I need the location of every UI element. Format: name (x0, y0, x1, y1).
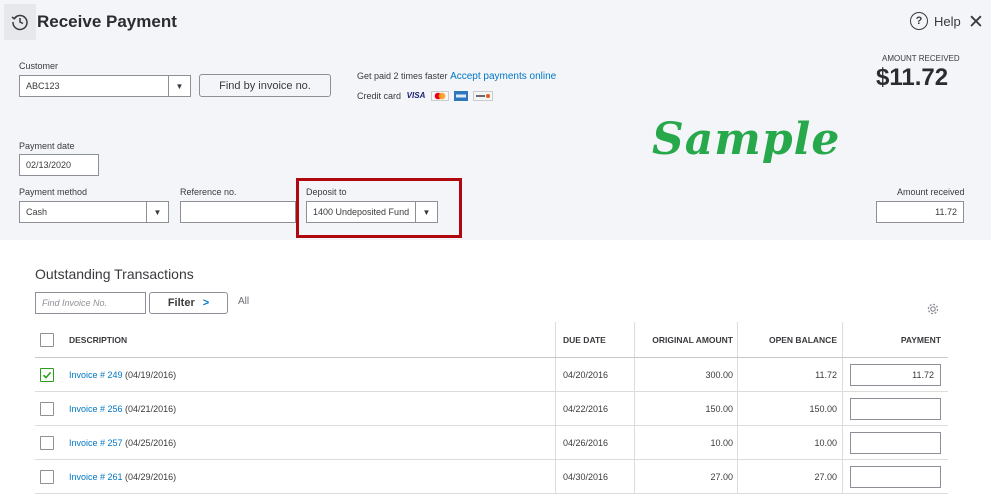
chevron-down-icon[interactable]: ▼ (146, 202, 168, 222)
open-balance-cell: 11.72 (815, 369, 837, 380)
open-balance-cell: 150.00 (809, 403, 837, 414)
discover-icon (473, 91, 494, 101)
table-row: Invoice # 249 (04/19/2016) 04/20/2016 30… (35, 358, 948, 392)
invoice-link[interactable]: Invoice # 256 (69, 404, 123, 414)
payment-method-value: Cash (26, 207, 48, 217)
description-cell: Invoice # 256 (04/21/2016) (69, 392, 176, 425)
payment-method-select[interactable]: Cash ▼ (19, 201, 169, 223)
row-checkbox[interactable] (40, 469, 54, 484)
description-cell: Invoice # 261 (04/29/2016) (69, 460, 176, 493)
help-button[interactable]: ? Help (910, 12, 961, 30)
description-cell: Invoice # 249 (04/19/2016) (69, 358, 176, 391)
payment-input[interactable] (850, 431, 941, 454)
outstanding-transactions-title: Outstanding Transactions (35, 266, 194, 282)
invoice-link[interactable]: Invoice # 257 (69, 438, 123, 448)
payment-method-label: Payment method (19, 187, 88, 197)
due-date-cell: 04/26/2016 (563, 437, 609, 448)
filter-label: Filter (167, 297, 195, 309)
table-row: Invoice # 257 (04/25/2016) 04/26/2016 10… (35, 426, 948, 460)
row-checkbox-cell[interactable] (40, 358, 54, 391)
filter-all-label: All (238, 296, 250, 307)
payment-cell: 11.72 (850, 358, 941, 391)
amount-received-label: AMOUNT RECEIVED (882, 54, 960, 63)
original-amount-cell: 10.00 (710, 437, 733, 448)
close-icon[interactable]: ✕ (968, 11, 984, 34)
payment-cell (850, 460, 941, 493)
payment-input[interactable]: 11.72 (850, 363, 941, 386)
customer-label: Customer (19, 61, 59, 71)
get-paid-promo: Get paid 2 times faster Accept payments … (357, 71, 556, 82)
table-header-row: DESCRIPTION DUE DATE ORIGINAL AMOUNT OPE… (35, 322, 948, 358)
amount-received-field-label: Amount received (897, 187, 965, 197)
column-header-original-amount[interactable]: ORIGINAL AMOUNT (635, 322, 733, 357)
select-all-checkbox[interactable] (40, 332, 54, 347)
select-all-checkbox-cell[interactable] (40, 322, 54, 357)
amount-received-input[interactable]: 11.72 (876, 201, 964, 223)
find-by-invoice-button[interactable]: Find by invoice no. (199, 74, 331, 97)
original-amount-cell: 150.00 (705, 403, 733, 414)
filter-button[interactable]: Filter > (149, 292, 228, 314)
checkmark-icon (42, 371, 52, 379)
row-checkbox-checked[interactable] (40, 367, 54, 382)
amount-received-value: $11.72 (876, 64, 949, 91)
column-header-payment[interactable]: PAYMENT (843, 322, 941, 357)
chevron-right-icon: > (202, 297, 210, 309)
chevron-down-icon[interactable]: ▼ (168, 76, 190, 96)
invoice-date: (04/29/2016) (122, 471, 177, 482)
due-date-cell: 04/20/2016 (563, 369, 609, 380)
history-icon[interactable] (4, 4, 36, 40)
credit-card-label: Credit card (357, 91, 402, 101)
find-invoice-input[interactable]: Find Invoice No. (35, 292, 146, 314)
row-checkbox-cell[interactable] (40, 392, 54, 425)
row-checkbox[interactable] (40, 435, 54, 450)
payment-input[interactable] (850, 465, 941, 488)
payment-date-input[interactable]: 02/13/2020 (19, 154, 99, 176)
sample-watermark: Sample (652, 114, 841, 165)
page-title: Receive Payment (37, 12, 177, 31)
deposit-to-highlight-box (296, 178, 462, 238)
table-row: Invoice # 261 (04/29/2016) 04/30/2016 27… (35, 460, 948, 494)
gear-icon[interactable] (926, 302, 940, 321)
payment-date-label: Payment date (19, 141, 75, 151)
column-header-due-date[interactable]: DUE DATE (563, 322, 606, 357)
mastercard-icon (431, 91, 450, 101)
accept-payments-link[interactable]: Accept payments online (450, 71, 556, 82)
invoice-date: (04/25/2016) (122, 437, 177, 448)
amex-icon (454, 91, 469, 101)
row-checkbox-cell[interactable] (40, 460, 54, 493)
customer-select[interactable]: ABC123 ▼ (19, 75, 191, 97)
promo-text: Get paid 2 times faster (357, 71, 448, 81)
column-header-description[interactable]: DESCRIPTION (69, 322, 127, 357)
help-icon: ? (910, 12, 928, 30)
description-cell: Invoice # 257 (04/25/2016) (69, 426, 176, 459)
invoice-date: (04/19/2016) (122, 369, 177, 380)
help-label: Help (934, 13, 961, 29)
visa-icon: VISA (406, 91, 426, 100)
invoice-link[interactable]: Invoice # 261 (69, 472, 123, 482)
original-amount-cell: 300.00 (705, 369, 733, 380)
credit-card-row: Credit card VISA (357, 91, 494, 101)
reference-input[interactable] (180, 201, 296, 223)
column-header-open-balance[interactable]: OPEN BALANCE (738, 322, 837, 357)
open-balance-cell: 27.00 (814, 471, 837, 482)
payment-input[interactable] (850, 397, 941, 420)
original-amount-cell: 27.00 (710, 471, 733, 482)
open-balance-cell: 10.00 (814, 437, 837, 448)
transactions-table: DESCRIPTION DUE DATE ORIGINAL AMOUNT OPE… (35, 322, 948, 494)
row-checkbox[interactable] (40, 401, 54, 416)
payment-header-panel: Receive Payment ? Help ✕ Customer ABC123… (0, 0, 991, 240)
payment-cell (850, 392, 941, 425)
reference-label: Reference no. (180, 187, 237, 197)
customer-value: ABC123 (26, 81, 60, 91)
due-date-cell: 04/30/2016 (563, 471, 609, 482)
table-row: Invoice # 256 (04/21/2016) 04/22/2016 15… (35, 392, 948, 426)
invoice-date: (04/21/2016) (122, 403, 177, 414)
payment-cell (850, 426, 941, 459)
due-date-cell: 04/22/2016 (563, 403, 609, 414)
invoice-link[interactable]: Invoice # 249 (69, 370, 123, 380)
row-checkbox-cell[interactable] (40, 426, 54, 459)
